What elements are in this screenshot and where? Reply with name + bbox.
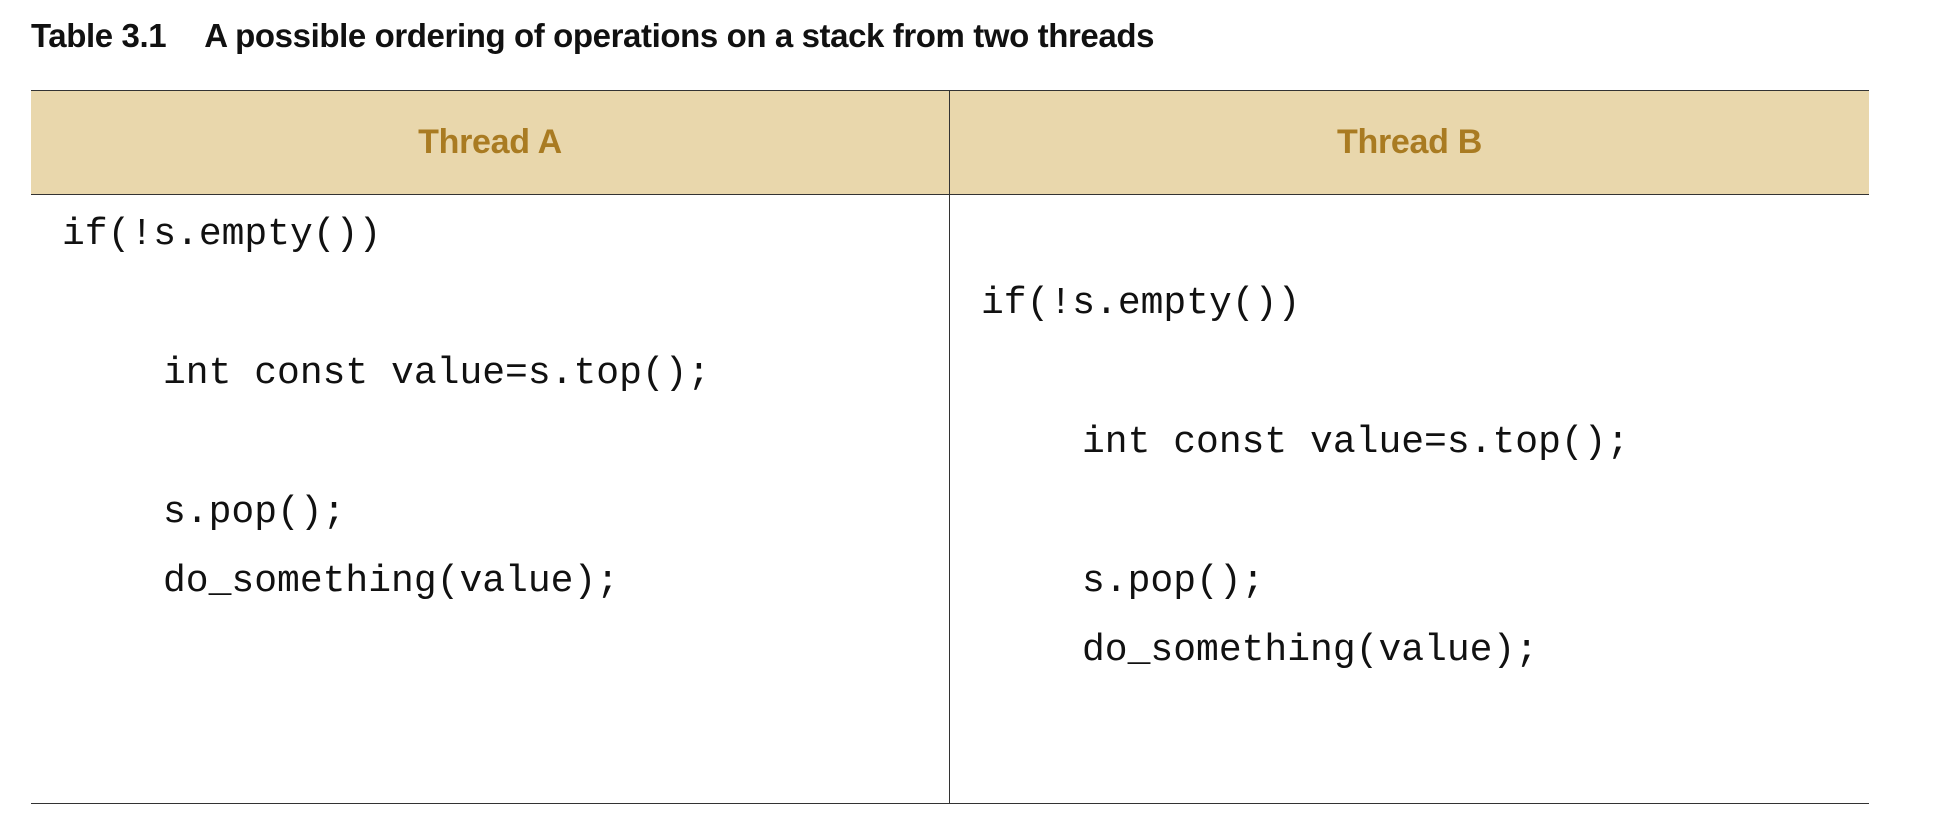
thread-b-code-line: if(!s.empty()) <box>981 282 1301 325</box>
thread-a-code-line: s.pop(); <box>163 491 346 534</box>
table-bottom-rule <box>31 803 1869 804</box>
column-header-thread-a: Thread A <box>418 123 562 161</box>
thread-b-code-line: s.pop(); <box>1082 560 1265 603</box>
table-header-rule <box>31 194 1869 195</box>
column-divider <box>949 90 950 804</box>
thread-a-code-line: do_something(value); <box>163 560 620 603</box>
thread-b-code-line: int const value=s.top(); <box>1082 421 1630 464</box>
thread-a-code-line: if(!s.empty()) <box>62 213 382 256</box>
column-header-thread-b: Thread B <box>1337 123 1482 161</box>
table-title: A possible ordering of operations on a s… <box>204 17 1155 54</box>
thread-a-code-line: int const value=s.top(); <box>163 352 711 395</box>
operations-table: Thread A Thread B if(!s.empty()) int con… <box>31 90 1869 805</box>
table-caption: Table 3.1 A possible ordering of operatio… <box>31 14 1154 58</box>
thread-b-code-line: do_something(value); <box>1082 629 1539 672</box>
table-number: Table 3.1 <box>31 17 167 54</box>
